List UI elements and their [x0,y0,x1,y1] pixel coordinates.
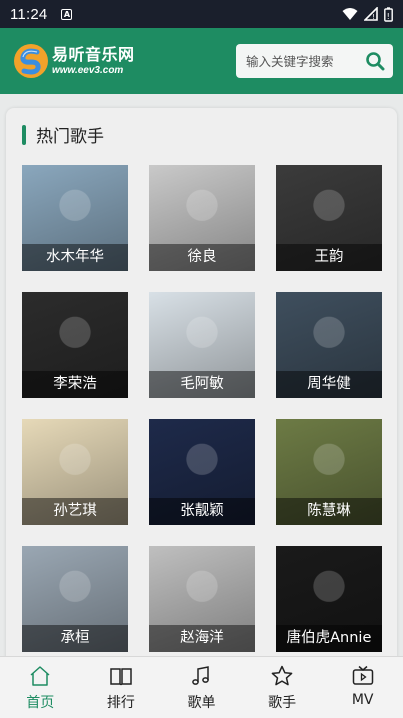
logo-url: www.eev3.com [52,64,124,76]
star-icon [271,665,293,686]
singer-name: 毛阿敏 [149,371,255,398]
status-bar: 11:24 A ! ! [0,0,403,28]
nav-label: MV [351,692,374,708]
nav-item[interactable]: 歌单 [161,657,242,718]
singer-tile[interactable]: 张靓颖 [149,419,255,525]
nav-item[interactable]: MV [322,657,403,718]
singer-name: 徐良 [149,244,255,271]
singer-name: 水木年华 [22,244,128,271]
singer-tile[interactable]: 周华健 [276,292,382,398]
app-header: 易听音乐网 www.eev3.com [0,28,403,94]
singer-name: 李荣浩 [22,371,128,398]
search-input[interactable] [246,53,356,69]
singer-tile[interactable]: 李荣浩 [22,292,128,398]
singer-tile[interactable]: 王韵 [276,165,382,271]
wifi-icon [342,8,358,20]
status-icons: ! ! [342,6,393,22]
nav-label: 排行 [106,695,135,711]
nav-label: 歌手 [268,695,297,711]
signal-icon: ! [364,7,378,21]
svg-text:!: ! [387,12,390,21]
singer-name: 孙艺琪 [22,498,128,525]
nav-label: 首页 [26,695,55,711]
hot-singers-card: 热门歌手 水木年华 徐良 王韵李荣浩 毛阿敏 周华健孙艺琪 张靓颖 陈慧琳承桓 赵海洋 唐伯虎A… [6,108,397,668]
singer-tile[interactable]: 孙艺琪 [22,419,128,525]
logo-title: 易听音乐网 [52,44,135,64]
battery-icon: ! [384,6,393,22]
singer-tile[interactable]: 唐伯虎Annie [276,546,382,652]
search-icon[interactable] [365,51,385,71]
singer-name: 周华健 [276,371,382,398]
search-box [236,44,393,78]
nav-label: 歌单 [187,695,216,711]
nav-item[interactable]: 首页 [0,657,81,718]
bottom-nav: 首页 排行 歌单 歌手 MV [0,656,403,718]
singer-name: 承桓 [22,625,128,652]
singer-name: 唐伯虎Annie [276,625,382,652]
tv-icon [352,665,373,685]
singer-tile[interactable]: 水木年华 [22,165,128,271]
singer-tile[interactable]: 陈慧琳 [276,419,382,525]
site-logo[interactable]: 易听音乐网 www.eev3.com [13,43,135,79]
music-note-icon [192,666,210,685]
book-icon [110,668,132,686]
singer-tile[interactable]: 徐良 [149,165,255,271]
nav-item[interactable]: 排行 [81,657,162,718]
singer-name: 陈慧琳 [276,498,382,525]
singer-name: 王韵 [276,244,382,271]
singer-name: 赵海洋 [149,625,255,652]
section-title: 热门歌手 [36,127,104,147]
nav-item[interactable]: 歌手 [242,657,323,718]
singer-name: 张靓颖 [149,498,255,525]
home-icon [30,666,50,686]
notification-icon: A [61,8,73,20]
singer-tile[interactable]: 赵海洋 [149,546,255,652]
logo-mark-icon [14,44,48,78]
svg-text:!: ! [372,13,375,21]
singer-tile[interactable]: 毛阿敏 [149,292,255,398]
singer-tile[interactable]: 承桓 [22,546,128,652]
section-header: 热门歌手 [22,122,104,147]
section-accent-bar [22,124,26,145]
status-time: 11:24 [10,5,48,23]
